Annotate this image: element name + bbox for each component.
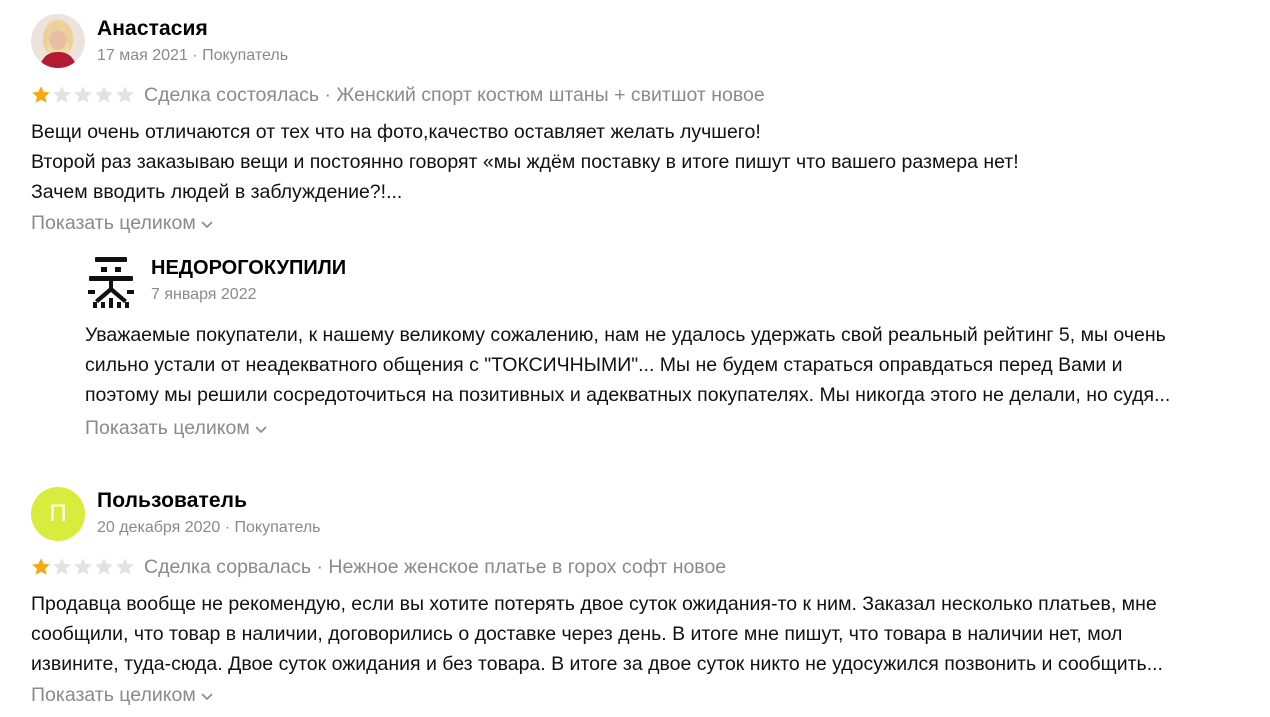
reply-show-more-button[interactable]: Показать целиком <box>85 417 267 440</box>
show-more-button[interactable]: Показать целиком <box>31 212 213 235</box>
reply-date: 7 января 2022 <box>151 286 257 303</box>
chevron-down-icon <box>255 426 267 433</box>
rating-row: Сделка сорвалась · Нежное женское платье… <box>31 554 726 580</box>
user-avatar[interactable]: П <box>31 487 85 541</box>
rating-row: Сделка состоялась · Женский спорт костюм… <box>31 82 765 108</box>
review-text: Продавца вообще не рекомендую, если вы х… <box>31 589 1251 679</box>
star-empty-icon <box>95 86 113 103</box>
show-more-button[interactable]: Показать целиком <box>31 684 213 707</box>
deal-info[interactable]: Сделка состоялась · Женский спорт костюм… <box>144 84 765 107</box>
star-empty-icon <box>116 86 134 103</box>
star-filled-icon <box>32 86 50 103</box>
author-name[interactable]: Анастасия <box>97 17 208 41</box>
star-empty-icon <box>74 86 92 103</box>
deal-info[interactable]: Сделка сорвалась · Нежное женское платье… <box>144 556 726 579</box>
avatar-photo-icon <box>31 14 85 68</box>
review-text-line: Вещи очень отличаются от тех что на фото… <box>31 121 761 143</box>
star-empty-icon <box>74 558 92 575</box>
chevron-down-icon <box>201 221 213 228</box>
user-avatar[interactable] <box>31 14 85 68</box>
review-text-line: Продавца вообще не рекомендую, если вы х… <box>31 593 1157 615</box>
reviews-page: Анастасия 17 мая 2021 · Покупатель Сделк… <box>0 0 1270 717</box>
star-empty-icon <box>95 558 113 575</box>
reply-text-line: сильно устали от неадекватного общения с… <box>85 354 1123 376</box>
show-more-label: Показать целиком <box>31 212 196 234</box>
star-filled-icon <box>32 558 50 575</box>
review-text-line: Зачем вводить людей в заблуждение?!... <box>31 181 403 203</box>
seller-name[interactable]: НЕДОРОГОКУПИЛИ <box>151 257 346 280</box>
review-text-line: сообщили, что товар в наличии, договорил… <box>31 623 1123 645</box>
review-meta: 17 мая 2021 · Покупатель <box>97 47 289 64</box>
star-rating <box>31 85 135 105</box>
star-empty-icon <box>116 558 134 575</box>
reply-text-line: Уважаемые покупатели, к нашему великому … <box>85 324 1166 346</box>
show-more-label: Показать целиком <box>31 684 196 706</box>
author-name[interactable]: Пользователь <box>97 489 247 513</box>
reply-text-line: поэтому мы решили сосредоточиться на поз… <box>85 384 1171 406</box>
review-text-line: извините, туда-сюда. Двое суток ожидания… <box>31 653 1163 675</box>
review-meta: 20 декабря 2020 · Покупатель <box>97 519 321 536</box>
chevron-down-icon <box>201 693 213 700</box>
star-empty-icon <box>53 558 71 575</box>
star-empty-icon <box>53 86 71 103</box>
review-text: Вещи очень отличаются от тех что на фото… <box>31 117 1251 207</box>
review-text-line: Второй раз заказываю вещи и постоянно го… <box>31 151 1019 173</box>
reply-text: Уважаемые покупатели, к нашему великому … <box>85 320 1255 410</box>
show-more-label: Показать целиком <box>85 417 250 439</box>
star-rating <box>31 557 135 577</box>
seller-logo-icon[interactable] <box>85 254 137 310</box>
